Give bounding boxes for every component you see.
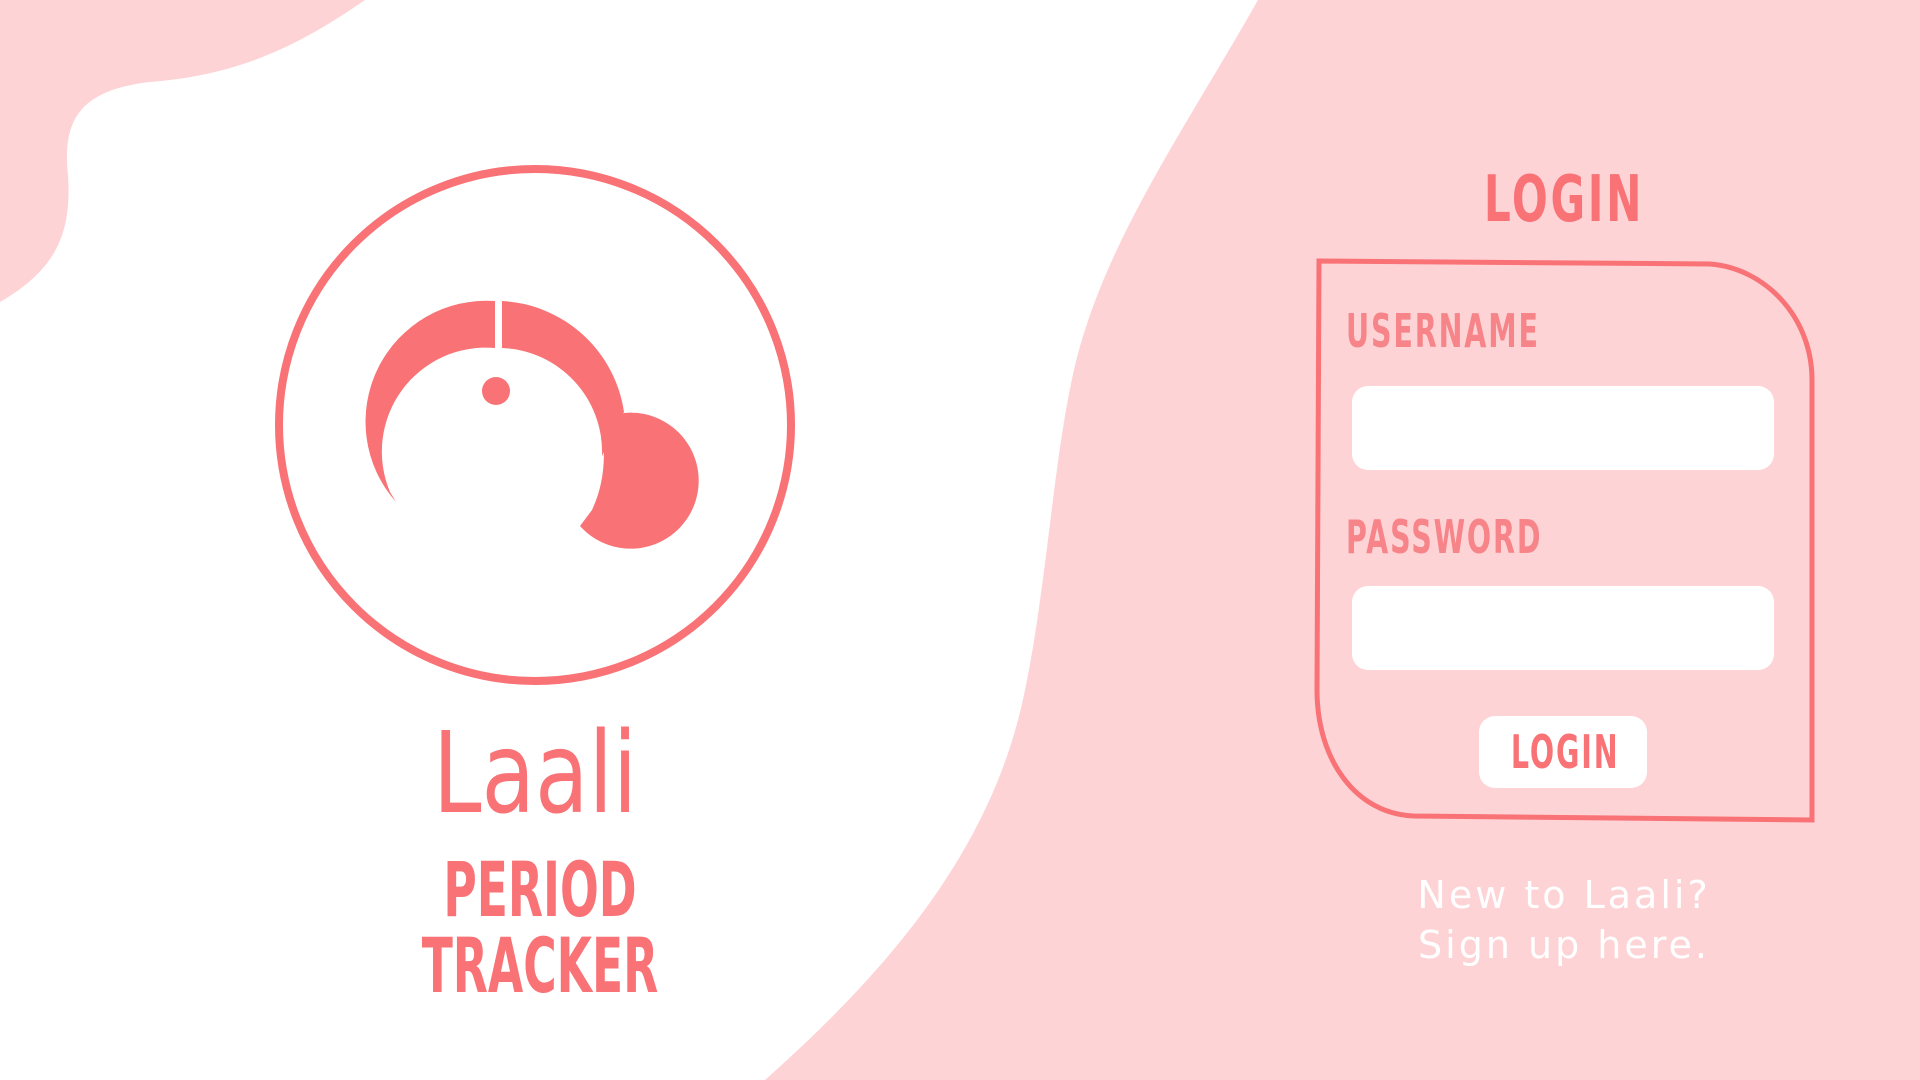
signup-link[interactable]: New to Laali? Sign up here. [1364, 870, 1764, 970]
signup-action[interactable]: Sign up here. [1364, 920, 1764, 970]
password-label: PASSWORD [1346, 510, 1543, 564]
login-heading: LOGIN [1483, 163, 1645, 237]
logo-right-ball [580, 412, 699, 549]
password-input[interactable] [1352, 586, 1774, 670]
logo-outer-ring [275, 165, 795, 685]
logo-left-arc [365, 300, 495, 502]
username-input[interactable] [1352, 386, 1774, 470]
laali-logo-icon [275, 165, 795, 685]
app-name: Laali [432, 709, 638, 839]
login-button[interactable]: LOGIN [1479, 716, 1647, 788]
app-subtitle: PERIOD TRACKER [421, 845, 659, 1010]
username-label: USERNAME [1346, 304, 1540, 358]
login-button-label: LOGIN [1510, 725, 1620, 779]
signup-prompt: New to Laali? [1417, 873, 1711, 917]
logo-dot [482, 377, 510, 405]
